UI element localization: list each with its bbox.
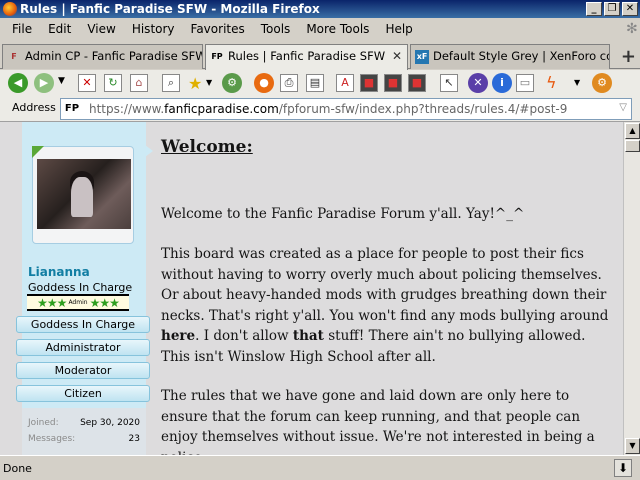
menu-favorites[interactable]: Favorites (183, 22, 253, 36)
history-dropdown-icon[interactable]: ▼ (58, 76, 65, 86)
vertical-scrollbar[interactable]: ▲ ▼ (623, 122, 640, 455)
post-paragraph: Welcome to the Fanfic Paradise Forum y'a… (161, 206, 525, 222)
status-bar: Done ⬇ (0, 455, 640, 480)
addons-icon[interactable]: ⚙ (222, 73, 242, 93)
post-paragraph: The rules that we have gone and laid dow… (161, 388, 595, 455)
username[interactable]: Liananna (28, 265, 90, 279)
page-icon[interactable]: ▭ (516, 74, 534, 92)
address-url[interactable]: https://www.fanficparadise.com/fpforum-s… (89, 102, 567, 116)
bookmark-star-icon[interactable]: ★ (188, 74, 202, 93)
page-content: Liananna Goddess In Charge ★★★ Admin ★★★ G… (0, 122, 623, 455)
site-favicon-icon: FP (211, 52, 223, 61)
menu-file[interactable]: File (4, 22, 40, 36)
menu-bar: File Edit View History Favorites Tools M… (0, 18, 640, 40)
post-heading: Welcome: (161, 137, 253, 157)
monitor-icon[interactable]: ■ (408, 74, 426, 92)
menu-more-tools[interactable]: More Tools (298, 22, 377, 36)
address-field[interactable]: FP https://www.fanficparadise.com/fpforu… (60, 98, 632, 120)
user-banner: Administrator (16, 339, 150, 356)
user-extra-info: Joined: Sep 30, 2020 Messages: 23 (22, 408, 146, 455)
throbber-icon: ✻ (626, 21, 638, 37)
back-icon[interactable]: ◀ (8, 73, 28, 93)
monitor-icon[interactable]: ■ (384, 74, 402, 92)
menu-edit[interactable]: Edit (40, 22, 79, 36)
navigation-toolbar: ◀ ▶ ▼ ✕ ↻ ⌂ ⌕ ★ ▼ ⚙ ● ⎙ ▤ A ■ ■ ■ ↖ ✕ i … (0, 70, 640, 96)
post-paragraph: This board was created as a place for pe… (161, 246, 609, 365)
search-icon[interactable]: ⌕ (162, 74, 180, 92)
flash-dropdown-icon[interactable]: ▼ (574, 78, 580, 87)
scroll-thumb[interactable] (625, 140, 640, 152)
window-controls: _ ❐ ✕ (586, 2, 638, 16)
avatar[interactable] (37, 159, 131, 229)
tab-xenforo[interactable]: xF Default Style Grey | XenForo co... (410, 44, 610, 69)
block-icon[interactable]: ✕ (468, 73, 488, 93)
menu-tools[interactable]: Tools (253, 22, 299, 36)
bookmarks-dropdown-icon[interactable]: ▼ (206, 78, 212, 87)
info-icon[interactable]: i (492, 73, 512, 93)
messages-label: Messages: (28, 434, 76, 444)
address-bar-row: Address FP https://www.fanficparadise.co… (0, 96, 640, 122)
online-indicator (32, 146, 44, 158)
user-title: Goddess In Charge (28, 281, 133, 294)
message-arrow (145, 145, 153, 157)
restore-button[interactable]: ❐ (604, 2, 620, 16)
pdf-icon[interactable]: A (336, 74, 354, 92)
scroll-down-icon[interactable]: ▼ (625, 438, 640, 454)
user-banner: Goddess In Charge (16, 316, 150, 333)
forward-icon[interactable]: ▶ (34, 73, 54, 93)
menu-help[interactable]: Help (377, 22, 420, 36)
joined-label: Joined: (28, 418, 59, 428)
minimize-button[interactable]: _ (586, 2, 602, 16)
site-favicon-icon: F (11, 52, 17, 61)
close-window-button[interactable]: ✕ (622, 2, 638, 16)
address-label: Address (12, 101, 56, 114)
address-dropdown-icon[interactable]: ▽ (619, 102, 627, 113)
status-text: Done (3, 462, 32, 475)
page-tools-icon[interactable]: ▤ (306, 74, 324, 92)
scroll-up-icon[interactable]: ▲ (625, 123, 640, 139)
stop-icon[interactable]: ✕ (78, 74, 96, 92)
close-tab-icon[interactable]: ✕ (392, 49, 402, 63)
avatar-frame (32, 146, 134, 244)
tab-label: Default Style Grey | XenForo co... (433, 49, 610, 63)
home-icon[interactable]: ⌂ (130, 74, 148, 92)
reload-icon[interactable]: ↻ (104, 74, 122, 92)
print-icon[interactable]: ⎙ (280, 74, 298, 92)
firefox-menu-icon[interactable]: ● (254, 73, 274, 93)
cursor-icon[interactable]: ↖ (440, 74, 458, 92)
user-banner: Citizen (16, 385, 150, 402)
rank-label: Admin (68, 299, 88, 306)
window-titlebar: Rules | Fanfic Paradise SFW - Mozilla Fi… (0, 0, 640, 18)
message-user-info: Liananna Goddess In Charge ★★★ Admin ★★★ G… (16, 122, 153, 455)
monitor-icon[interactable]: ■ (360, 74, 378, 92)
xenforo-favicon-icon: xF (415, 50, 429, 64)
joined-value: Sep 30, 2020 (80, 418, 140, 428)
messages-value: 23 (128, 434, 140, 444)
tab-label: Admin CP - Fanfic Paradise SFW (25, 49, 203, 63)
flash-icon[interactable]: ϟ (546, 73, 557, 92)
tab-bar: F Admin CP - Fanfic Paradise SFW FP Rule… (0, 42, 640, 70)
menu-view[interactable]: View (79, 22, 123, 36)
menu-history[interactable]: History (124, 22, 183, 36)
settings-icon[interactable]: ⚙ (592, 73, 612, 93)
tab-rules[interactable]: FP Rules | Fanfic Paradise SFW ✕ (205, 44, 408, 70)
tab-admin-cp[interactable]: F Admin CP - Fanfic Paradise SFW (2, 44, 203, 69)
download-icon[interactable]: ⬇ (614, 459, 632, 477)
user-banner: Moderator (16, 362, 150, 379)
rank-stars: ★★★ Admin ★★★ (27, 294, 129, 311)
window-title: Rules | Fanfic Paradise SFW - Mozilla Fi… (20, 2, 320, 16)
site-favicon-icon: FP (64, 103, 80, 114)
new-tab-button[interactable]: + (621, 46, 636, 67)
firefox-icon (3, 2, 17, 16)
tab-label: Rules | Fanfic Paradise SFW (228, 49, 386, 63)
